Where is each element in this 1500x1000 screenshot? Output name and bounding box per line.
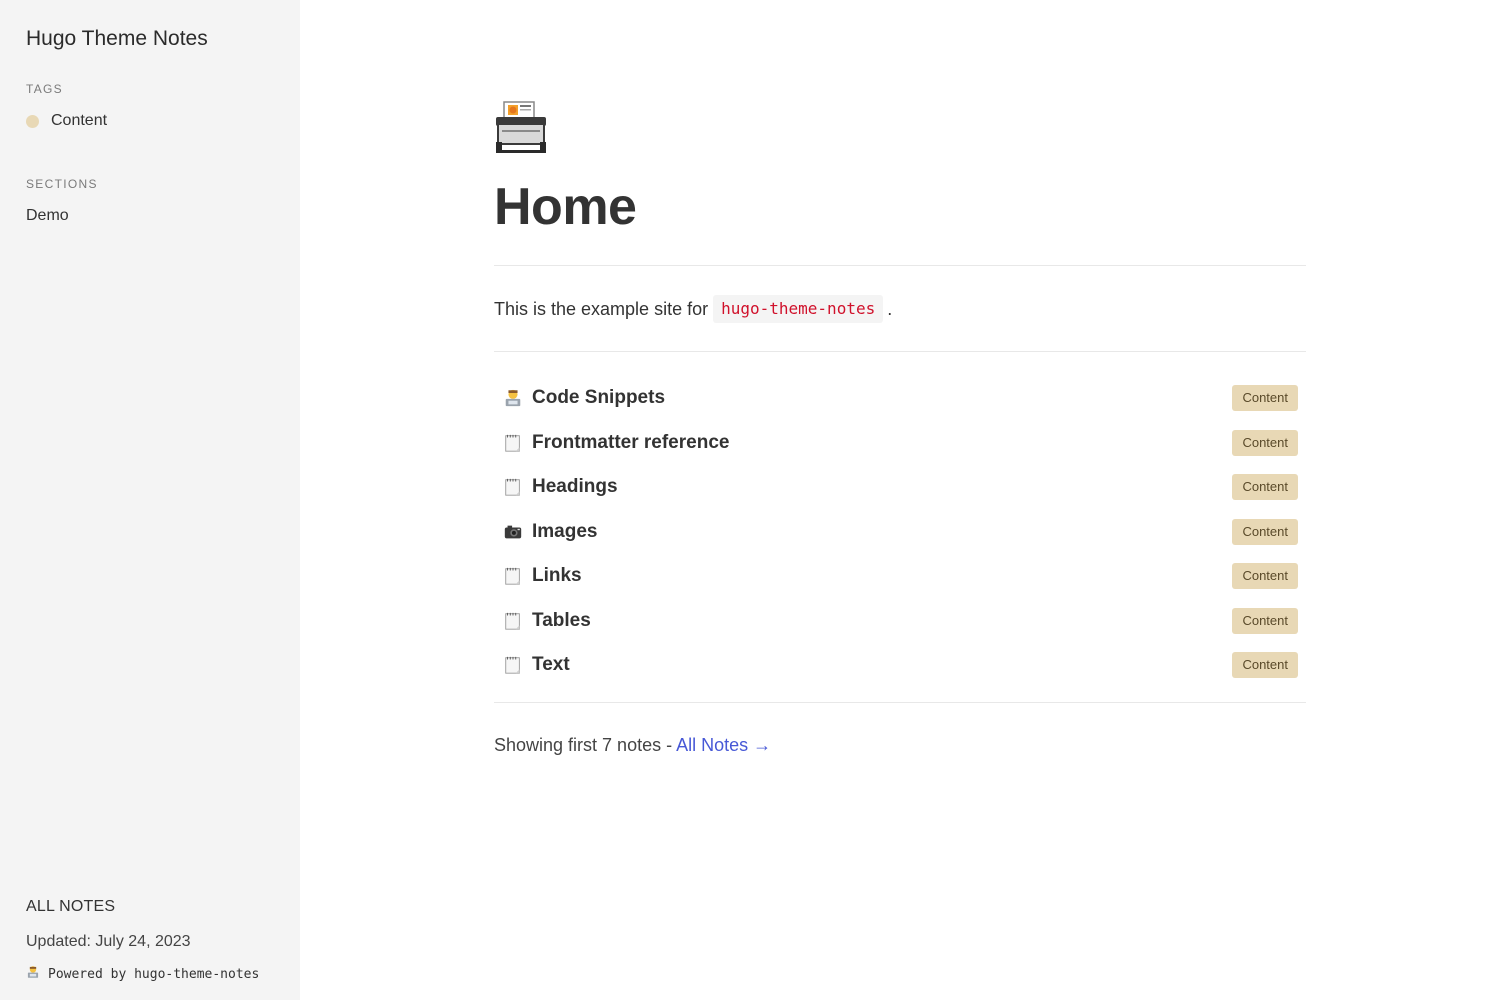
note-tag-badge[interactable]: Content — [1232, 518, 1298, 545]
tag-color-dot — [26, 114, 39, 128]
note-row-frontmatter-reference[interactable]: Frontmatter reference Content — [494, 421, 1306, 466]
note-row-code-snippets[interactable]: Code Snippets Content — [494, 376, 1306, 421]
sidebar-tag-content[interactable]: Content — [26, 111, 274, 131]
sidebar-footer: ALL NOTES Updated: July 24, 2023 Powered… — [26, 897, 286, 1000]
site-title[interactable]: Hugo Theme Notes — [26, 26, 274, 52]
note-list: Code Snippets Content Frontmatter refere… — [494, 376, 1306, 688]
note-title[interactable]: Code Snippets — [532, 387, 665, 409]
printer-icon — [494, 100, 1306, 154]
divider — [494, 265, 1306, 266]
intro-paragraph: This is the example site for hugo-theme-… — [494, 295, 1306, 323]
sidebar-tag-label: Content — [51, 112, 108, 129]
note-title[interactable]: Tables — [532, 610, 591, 632]
page-title: Home — [494, 178, 637, 236]
note-row-images[interactable]: Images Content — [494, 510, 1306, 555]
powered-by: Powered by hugo-theme-notes — [26, 965, 286, 984]
showing-text: Showing first 7 notes - — [494, 734, 673, 755]
note-row-headings[interactable]: Headings Content — [494, 465, 1306, 510]
app-layout: Hugo Theme Notes TAGS Content SECTIONS D… — [0, 0, 1500, 1000]
spiral-notepad-icon — [502, 565, 524, 587]
note-title[interactable]: Frontmatter reference — [532, 432, 729, 454]
showing-notes-summary: Showing first 7 notes - All Notes → — [494, 733, 1306, 757]
sidebar: Hugo Theme Notes TAGS Content SECTIONS D… — [0, 0, 300, 1000]
note-tag-badge[interactable]: Content — [1232, 385, 1298, 412]
note-title[interactable]: Text — [532, 654, 570, 676]
all-notes-arrow-link[interactable]: All Notes → — [676, 735, 771, 755]
content-column: Home This is the example site for hugo-t… — [494, 100, 1306, 757]
note-title[interactable]: Links — [532, 565, 582, 587]
intro-code: hugo-theme-notes — [713, 295, 884, 323]
powered-by-text[interactable]: Powered by hugo-theme-notes — [48, 967, 259, 983]
spiral-notepad-icon — [502, 432, 524, 454]
note-tag-badge[interactable]: Content — [1232, 429, 1298, 456]
note-tag-badge[interactable]: Content — [1232, 563, 1298, 590]
note-title[interactable]: Images — [532, 521, 597, 543]
camera-icon — [502, 521, 524, 543]
sections-heading: SECTIONS — [26, 177, 98, 191]
technologist-icon — [502, 387, 524, 409]
note-tag-badge[interactable]: Content — [1232, 607, 1298, 634]
spiral-notepad-icon — [502, 476, 524, 498]
updated-date: Updated: July 24, 2023 — [26, 933, 191, 950]
technologist-icon — [26, 965, 40, 984]
note-tag-badge[interactable]: Content — [1232, 474, 1298, 501]
divider — [494, 701, 1306, 703]
sidebar-section-demo[interactable]: Demo — [26, 206, 274, 226]
note-row-links[interactable]: Links Content — [494, 554, 1306, 599]
tags-heading: TAGS — [26, 82, 63, 96]
divider — [494, 351, 1306, 352]
note-tag-badge[interactable]: Content — [1232, 652, 1298, 679]
all-notes-link[interactable]: ALL NOTES — [26, 897, 286, 917]
main-content: Home This is the example site for hugo-t… — [300, 0, 1500, 1000]
note-row-tables[interactable]: Tables Content — [494, 599, 1306, 644]
intro-text: This is the example site for — [494, 299, 709, 319]
note-row-text[interactable]: Text Content — [494, 643, 1306, 688]
intro-suffix: . — [887, 299, 893, 319]
spiral-notepad-icon — [502, 610, 524, 632]
spiral-notepad-icon — [502, 654, 524, 676]
note-title[interactable]: Headings — [532, 476, 618, 498]
